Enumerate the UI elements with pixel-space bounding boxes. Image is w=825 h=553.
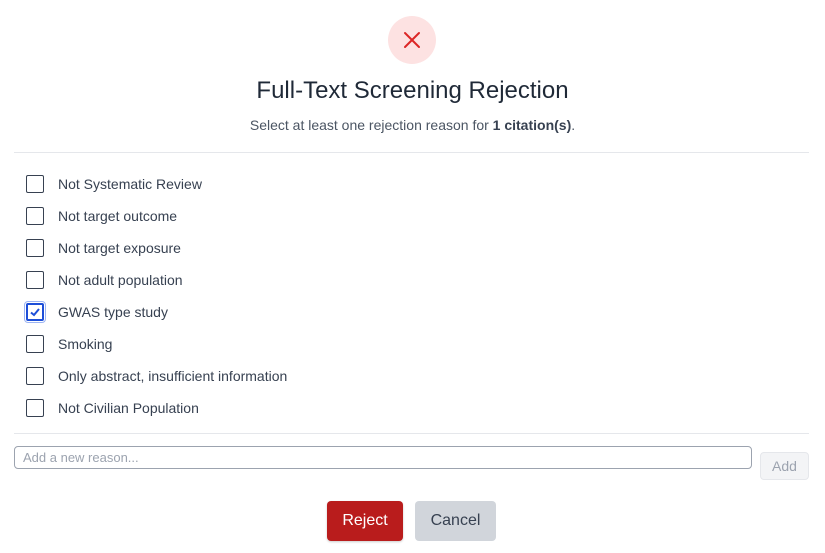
reject-button[interactable]: Reject (327, 501, 403, 541)
new-reason-input[interactable] (14, 446, 752, 469)
dialog-subtitle: Select at least one rejection reason for… (0, 117, 825, 133)
checkmark-icon (30, 308, 40, 317)
reason-label: Smoking (58, 336, 113, 352)
reason-item[interactable]: Not Systematic Review (24, 168, 287, 200)
reason-checkbox[interactable] (26, 335, 44, 353)
reason-item[interactable]: GWAS type study (24, 296, 287, 328)
reason-checkbox[interactable] (24, 301, 46, 323)
reason-label: Not target exposure (58, 240, 181, 256)
reason-checkbox[interactable] (26, 399, 44, 417)
reason-checkbox[interactable] (26, 239, 44, 257)
reason-label: GWAS type study (58, 304, 168, 320)
citation-count: 1 citation(s) (492, 117, 572, 133)
cancel-button[interactable]: Cancel (415, 501, 496, 541)
subtitle-prefix: Select at least one rejection reason for (249, 117, 493, 133)
reason-checkbox[interactable] (26, 175, 44, 193)
dialog-title: Full-Text Screening Rejection (256, 77, 569, 104)
reason-item[interactable]: Not target outcome (24, 200, 287, 232)
divider (14, 433, 809, 434)
reason-label: Not target outcome (58, 208, 178, 224)
reason-item[interactable]: Only abstract, insufficient information (24, 360, 287, 392)
add-reason-button[interactable]: Add (760, 452, 809, 480)
reason-checkbox[interactable] (26, 207, 44, 225)
reason-item[interactable]: Not adult population (24, 264, 287, 296)
reason-label: Not adult population (58, 272, 183, 288)
reason-item[interactable]: Not target exposure (24, 232, 287, 264)
reason-checkbox[interactable] (26, 367, 44, 385)
reason-label: Not Systematic Review (58, 176, 202, 192)
reason-list: Not Systematic Review Not target outcome… (24, 168, 287, 424)
reason-item[interactable]: Not Civilian Population (24, 392, 287, 424)
reason-item[interactable]: Smoking (24, 328, 287, 360)
rejection-dialog: Full-Text Screening Rejection Select at … (0, 0, 825, 553)
reason-checkbox[interactable] (26, 271, 44, 289)
reason-label: Not Civilian Population (58, 400, 199, 416)
close-icon (388, 16, 436, 64)
reason-label: Only abstract, insufficient information (58, 368, 288, 384)
subtitle-suffix: . (571, 117, 576, 133)
divider (14, 152, 809, 153)
